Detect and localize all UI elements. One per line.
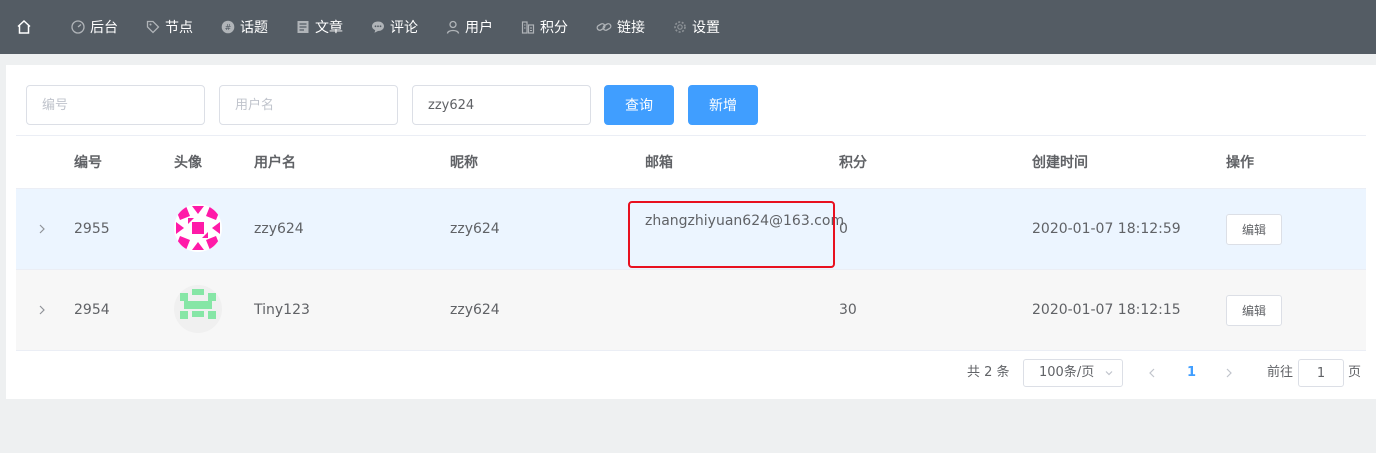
page-number-current[interactable]: 1 [1187,359,1196,387]
header-id: 编号 [74,155,102,171]
nav-item-label: 积分 [540,20,568,36]
pagination-total: 共 2 条 [967,365,1010,380]
nav-item-label: 用户 [465,20,493,36]
edit-button[interactable]: 编辑 [1226,214,1282,245]
nav-item-label: 文章 [315,20,343,36]
cell-nickname: zzy624 [450,221,500,237]
nav-item-settings[interactable]: 设置 [663,0,730,54]
nav-item-label: 设置 [692,20,720,36]
chevron-down-icon [1105,371,1113,376]
cell-score: 0 [839,221,848,237]
comment-icon [372,21,384,33]
cell-username: Tiny123 [254,302,310,318]
gear-icon [674,21,686,33]
header-username: 用户名 [254,155,296,171]
nav-item-nodes[interactable]: 节点 [136,0,203,54]
header-nickname: 昵称 [450,155,478,171]
cell-nickname: zzy624 [450,302,500,318]
username-filter-input[interactable] [219,85,398,125]
home-icon [17,19,31,34]
nav-item-dashboard[interactable]: 后台 [61,0,128,54]
goto-page-input[interactable] [1298,359,1344,387]
nav-item-label: 话题 [240,20,268,36]
user-table: 编号 头像 用户名 昵称 邮箱 积分 创建时间 操作 2955 zzy624 z… [16,135,1366,351]
nav-item-scores[interactable]: 积分 [511,0,578,54]
user-list-card: 查询 新增 编号 头像 用户名 昵称 邮箱 积分 创建时间 操作 2955 [6,65,1376,399]
header-actions: 操作 [1226,155,1254,171]
highlight-annotation-box [628,201,835,268]
link-icon [596,23,612,31]
header-avatar: 头像 [174,155,202,171]
avatar [174,204,222,252]
header-email: 邮箱 [645,155,673,171]
prev-page-icon[interactable] [1147,366,1157,380]
user-icon [446,20,460,34]
nav-item-topics[interactable]: # 话题 [211,0,278,54]
nav-item-comments[interactable]: 评论 [361,0,428,54]
next-page-icon[interactable] [1224,366,1234,380]
page-size-value: 100条/页 [1039,365,1095,380]
nav-item-label: 节点 [165,20,193,36]
nav-item-label: 评论 [390,20,418,36]
top-nav: 后台 节点 # 话题 文章 评论 用户 积分 链接 设置 [0,0,1376,54]
id-filter-input[interactable] [26,85,205,125]
cell-id: 2954 [74,302,110,318]
document-icon [297,21,309,33]
header-score: 积分 [839,155,867,171]
email-filter-input[interactable] [412,85,591,125]
identicon-pink-icon [174,204,222,252]
query-button[interactable]: 查询 [604,85,674,125]
cell-id: 2955 [74,221,110,237]
table-header: 编号 头像 用户名 昵称 邮箱 积分 创建时间 操作 [16,135,1366,189]
identicon-green-icon [174,285,222,333]
goto-label: 前往 [1267,365,1294,380]
add-button[interactable]: 新增 [688,85,758,125]
header-created: 创建时间 [1032,155,1088,171]
nav-item-label: 链接 [617,20,645,36]
page-size-select[interactable]: 100条/页 [1023,359,1123,387]
edit-button[interactable]: 编辑 [1226,295,1282,326]
table-row: 2955 zzy624 zzy624 zhangzhiyuan624@163.c… [16,189,1366,270]
score-icon [521,21,535,34]
tag-icon [146,20,160,34]
expand-chevron-icon[interactable] [36,303,48,317]
cell-created: 2020-01-07 18:12:15 [1032,302,1181,318]
expand-chevron-icon[interactable] [36,222,48,236]
page-suffix: 页 [1348,365,1362,380]
topic-icon: # [221,20,235,34]
nav-item-articles[interactable]: 文章 [286,0,353,54]
nav-item-users[interactable]: 用户 [436,0,503,54]
cell-username: zzy624 [254,221,304,237]
cell-score: 30 [839,302,857,318]
dashboard-icon [71,20,85,34]
svg-text:#: # [225,23,232,32]
nav-item-label: 后台 [90,20,118,36]
nav-home[interactable] [0,0,49,54]
avatar [174,285,222,333]
table-row: 2954 Tiny123 zzy624 30 2020-01-07 18:12:… [16,270,1366,351]
cell-created: 2020-01-07 18:12:59 [1032,221,1181,237]
nav-item-links[interactable]: 链接 [586,0,655,54]
